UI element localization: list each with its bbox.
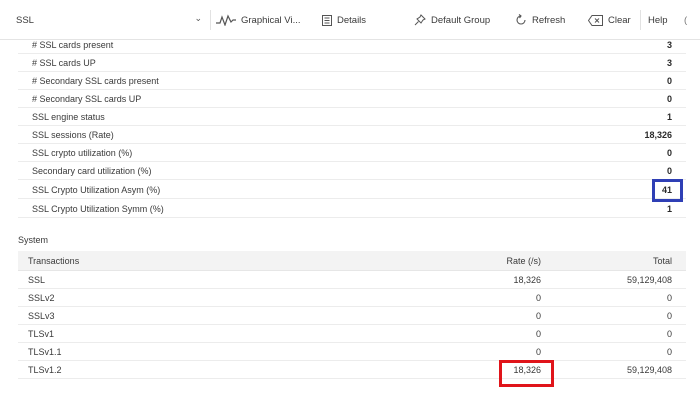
stat-value: 3 bbox=[666, 39, 672, 50]
graphical-view-button[interactable]: Graphical Vi... bbox=[216, 8, 301, 32]
stat-row: # SSL cards present 3 bbox=[18, 36, 686, 54]
row-transaction: TLSv1 bbox=[28, 328, 55, 339]
row-total: 0 bbox=[666, 346, 672, 357]
row-transaction: SSL bbox=[28, 274, 46, 285]
stat-row: SSL Crypto Utilization Symm (%) 1 bbox=[18, 200, 686, 218]
table-row: SSL 18,326 59,129,408 bbox=[18, 271, 686, 289]
more-icon[interactable]: ( bbox=[684, 8, 687, 32]
column-header-rate[interactable]: Rate (/s) bbox=[506, 256, 541, 266]
stat-row: # SSL cards UP 3 bbox=[18, 54, 686, 72]
stat-value: 0 bbox=[666, 75, 672, 86]
row-total: 0 bbox=[666, 310, 672, 321]
details-icon bbox=[322, 14, 332, 26]
system-section-title: System bbox=[18, 235, 49, 245]
chevron-down-icon: ⌄ bbox=[194, 13, 202, 23]
column-header-total[interactable]: Total bbox=[653, 256, 672, 266]
stat-label: # SSL cards UP bbox=[32, 57, 96, 68]
clear-button[interactable]: Clear bbox=[588, 8, 631, 32]
stat-value: 1 bbox=[666, 111, 672, 122]
default-group-button[interactable]: Default Group bbox=[414, 8, 490, 32]
table-row: TLSv1.1 0 0 bbox=[18, 343, 686, 361]
stat-value: 0 bbox=[666, 147, 672, 158]
toolbar-divider bbox=[640, 10, 641, 30]
stat-label: SSL Crypto Utilization Symm (%) bbox=[32, 203, 164, 214]
default-group-label: Default Group bbox=[431, 14, 491, 26]
stat-label: SSL Crypto Utilization Asym (%) bbox=[32, 184, 161, 195]
refresh-button[interactable]: Refresh bbox=[515, 8, 565, 32]
table-row: TLSv1 0 0 bbox=[18, 325, 686, 343]
stat-row: # Secondary SSL cards UP 0 bbox=[18, 90, 686, 108]
stat-label: SSL crypto utilization (%) bbox=[32, 147, 133, 158]
stat-row: # Secondary SSL cards present 0 bbox=[18, 72, 686, 90]
highlight-box-blue bbox=[652, 179, 683, 202]
transactions-table: Transactions Rate (/s) Total SSL 18,326 … bbox=[18, 251, 686, 379]
stat-label: # SSL cards present bbox=[32, 39, 114, 50]
row-transaction: SSLv3 bbox=[28, 310, 55, 321]
toolbar-divider bbox=[210, 10, 211, 30]
stat-label: # Secondary SSL cards present bbox=[32, 75, 159, 86]
column-header-transactions[interactable]: Transactions bbox=[28, 256, 79, 266]
stat-label: # Secondary SSL cards UP bbox=[32, 93, 142, 104]
counter-group-select[interactable]: SSL ⌄ bbox=[8, 8, 208, 32]
toolbar: SSL ⌄ Graphical Vi... Details Default Gr… bbox=[0, 0, 700, 40]
highlight-box-red bbox=[499, 360, 554, 387]
row-total: 59,129,408 bbox=[626, 364, 672, 375]
row-total: 59,129,408 bbox=[626, 274, 672, 285]
stat-value: 3 bbox=[666, 57, 672, 68]
row-rate: 0 bbox=[535, 346, 541, 357]
clear-label: Clear bbox=[608, 14, 631, 26]
table-row: SSLv2 0 0 bbox=[18, 289, 686, 307]
row-transaction: TLSv1.1 bbox=[28, 346, 62, 357]
help-button[interactable]: Help bbox=[648, 8, 668, 32]
clear-icon bbox=[588, 14, 603, 26]
stat-value: 0 bbox=[666, 165, 672, 176]
row-transaction: TLSv1.2 bbox=[28, 364, 62, 375]
stat-label: SSL sessions (Rate) bbox=[32, 129, 114, 140]
row-total: 0 bbox=[666, 292, 672, 303]
row-transaction: SSLv2 bbox=[28, 292, 55, 303]
table-row: TLSv1.2 18,326 59,129,408 bbox=[18, 361, 686, 379]
row-rate: 0 bbox=[535, 328, 541, 339]
details-button[interactable]: Details bbox=[322, 8, 366, 32]
line-chart-icon bbox=[216, 14, 236, 26]
table-row: SSLv3 0 0 bbox=[18, 307, 686, 325]
stat-label: SSL engine status bbox=[32, 111, 105, 122]
stat-row: SSL Crypto Utilization Asym (%) 41 bbox=[18, 181, 686, 199]
refresh-label: Refresh bbox=[532, 14, 566, 26]
refresh-icon bbox=[515, 14, 527, 26]
row-rate: 18,326 bbox=[513, 274, 541, 285]
table-header: Transactions Rate (/s) Total bbox=[18, 251, 686, 271]
stat-row: Secondary card utilization (%) 0 bbox=[18, 162, 686, 180]
stat-value: 18,326 bbox=[644, 129, 672, 140]
stat-row: SSL sessions (Rate) 18,326 bbox=[18, 126, 686, 144]
row-rate: 0 bbox=[535, 310, 541, 321]
stat-label: Secondary card utilization (%) bbox=[32, 165, 152, 176]
row-total: 0 bbox=[666, 328, 672, 339]
help-label: Help bbox=[648, 14, 668, 26]
stat-value: 0 bbox=[666, 93, 672, 104]
push-pin-icon bbox=[414, 14, 426, 26]
stat-row: SSL crypto utilization (%) 0 bbox=[18, 144, 686, 162]
stat-row: SSL engine status 1 bbox=[18, 108, 686, 126]
graphical-view-label: Graphical Vi... bbox=[241, 14, 301, 26]
details-label: Details bbox=[337, 14, 367, 26]
stat-value: 1 bbox=[666, 203, 672, 214]
row-rate: 0 bbox=[535, 292, 541, 303]
counter-group-select-value: SSL bbox=[16, 14, 34, 26]
